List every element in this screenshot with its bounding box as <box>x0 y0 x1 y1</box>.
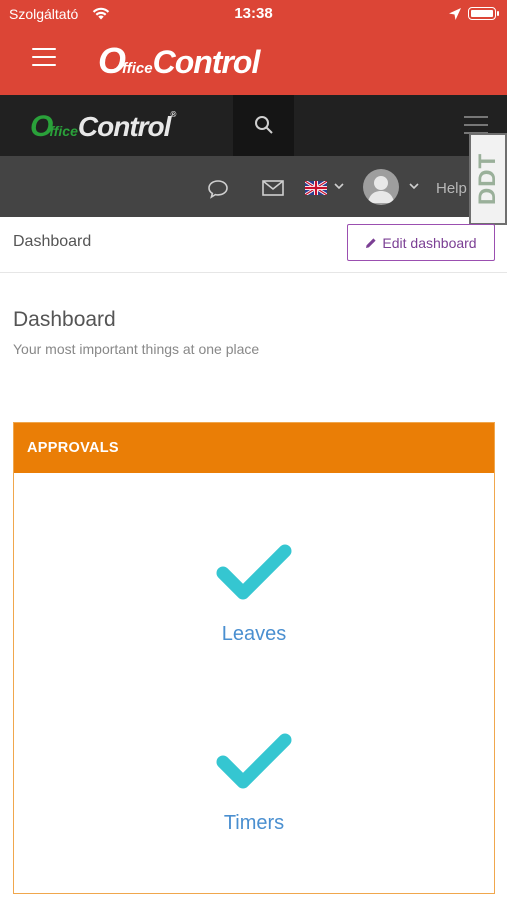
page-subtitle: Your most important things at one place <box>13 341 260 357</box>
avatar[interactable] <box>363 169 399 205</box>
approval-item-timers[interactable]: Timers <box>14 730 494 835</box>
ddt-badge: DDT <box>469 133 507 225</box>
edit-dashboard-button[interactable]: Edit dashboard <box>347 224 495 261</box>
battery-nub <box>497 11 499 16</box>
app-menu-button[interactable] <box>32 48 56 66</box>
search-icon <box>255 116 273 134</box>
chevron-down-icon[interactable] <box>409 182 419 193</box>
site-logo[interactable]: OfficeControl® <box>30 110 176 144</box>
check-icon <box>216 544 292 600</box>
app-header: Szolgáltató 13:38 OfficeControl <box>0 0 507 95</box>
page-title: Dashboard <box>13 308 116 331</box>
uk-flag-icon[interactable] <box>305 181 327 195</box>
approval-item-leaves[interactable]: Leaves <box>14 541 494 646</box>
status-bar: Szolgáltató 13:38 <box>0 0 507 28</box>
approval-label[interactable]: Timers <box>14 812 494 835</box>
breadcrumb[interactable]: Dashboard <box>13 233 91 251</box>
check-icon <box>216 733 292 789</box>
edit-dashboard-label: Edit dashboard <box>382 234 477 251</box>
help-link[interactable]: Help <box>436 180 467 197</box>
chat-icon[interactable] <box>206 178 230 200</box>
chevron-down-icon[interactable] <box>334 182 344 193</box>
status-time: 13:38 <box>234 5 273 22</box>
pencil-icon <box>366 237 377 248</box>
search-button[interactable] <box>233 95 294 156</box>
approval-label[interactable]: Leaves <box>14 623 494 646</box>
app-logo: OfficeControl <box>98 40 260 81</box>
approvals-panel: APPROVALS Leaves Timers <box>13 422 495 894</box>
approvals-title: APPROVALS <box>27 440 119 456</box>
site-toolbar <box>0 156 507 217</box>
location-icon <box>449 8 461 20</box>
battery-icon <box>468 7 496 20</box>
approvals-header: APPROVALS <box>14 423 494 473</box>
mail-icon[interactable] <box>262 180 284 196</box>
